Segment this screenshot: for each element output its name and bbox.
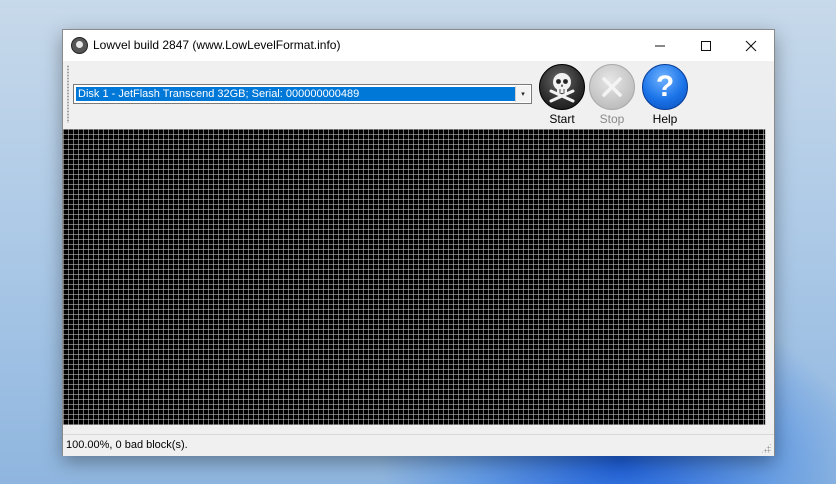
toolbar: Disk 1 - JetFlash Transcend 32GB; Serial… bbox=[63, 61, 774, 127]
maximize-button[interactable] bbox=[683, 30, 729, 61]
drive-select[interactable]: Disk 1 - JetFlash Transcend 32GB; Serial… bbox=[73, 84, 532, 104]
start-button[interactable]: Start bbox=[537, 64, 587, 126]
drive-select-value: Disk 1 - JetFlash Transcend 32GB; Serial… bbox=[75, 86, 518, 102]
close-button[interactable] bbox=[728, 30, 774, 61]
stop-button-label: Stop bbox=[599, 112, 625, 126]
status-text: 100.00%, 0 bad block(s). bbox=[66, 439, 188, 451]
app-icon[interactable] bbox=[71, 37, 88, 54]
lowvel-window: Lowvel build 2847 (www.LowLevelFormat.in… bbox=[62, 29, 775, 456]
window-title: Lowvel build 2847 (www.LowLevelFormat.in… bbox=[93, 38, 341, 52]
maximize-icon bbox=[701, 40, 711, 51]
stop-x-icon bbox=[589, 64, 635, 110]
toolbar-grip[interactable] bbox=[67, 65, 69, 123]
stop-button[interactable]: Stop bbox=[587, 64, 637, 126]
minimize-button[interactable] bbox=[637, 30, 683, 61]
minimize-icon bbox=[655, 45, 665, 46]
close-icon bbox=[745, 40, 757, 51]
status-bar: 100.00%, 0 bad block(s). bbox=[63, 434, 774, 456]
title-bar[interactable]: Lowvel build 2847 (www.LowLevelFormat.in… bbox=[63, 30, 774, 61]
resize-grip-icon[interactable] bbox=[761, 443, 771, 453]
skull-crossbones-icon bbox=[539, 64, 585, 110]
help-button-label: Help bbox=[652, 112, 678, 126]
sector-map bbox=[63, 129, 766, 425]
dropdown-arrow-icon[interactable]: ▾ bbox=[515, 86, 530, 102]
help-button[interactable]: ? Help bbox=[640, 64, 690, 126]
question-mark-icon: ? bbox=[642, 64, 688, 110]
start-button-label: Start bbox=[549, 112, 575, 126]
